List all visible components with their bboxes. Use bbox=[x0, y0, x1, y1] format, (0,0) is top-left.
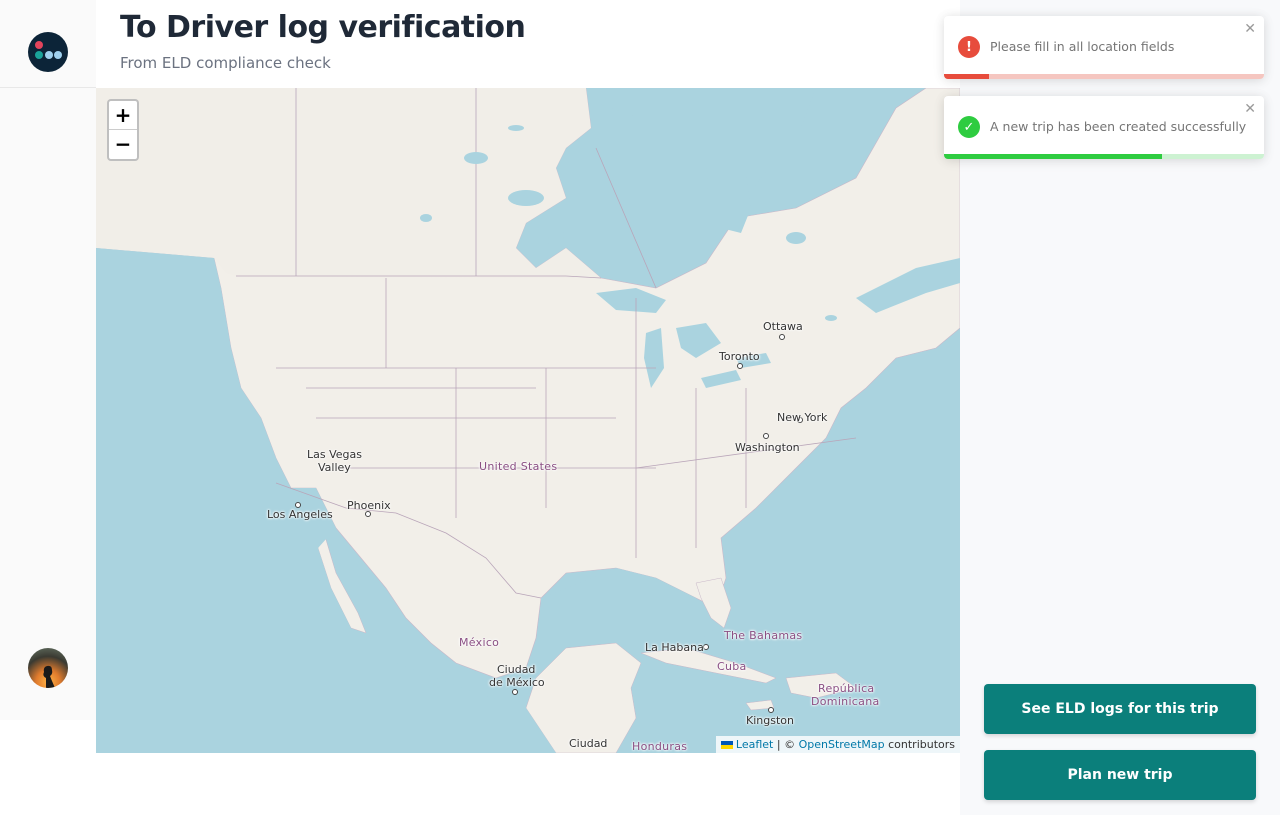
city-marker-washington bbox=[763, 433, 769, 439]
attribution-suffix: contributors bbox=[884, 738, 955, 751]
map-label-las-vegas: Las Vegas bbox=[307, 448, 362, 461]
map-label-republica: República bbox=[818, 682, 875, 695]
map-label-toronto: Toronto bbox=[719, 350, 760, 363]
page-header: To Driver log verification From ELD comp… bbox=[96, 0, 960, 88]
city-marker-toronto bbox=[737, 363, 743, 369]
close-icon[interactable]: ✕ bbox=[1244, 101, 1256, 117]
toast-success-message: A new trip has been created successfully bbox=[990, 119, 1247, 134]
map-attribution: Leaflet | © OpenStreetMap contributors bbox=[715, 736, 960, 753]
map-label-cuba: Cuba bbox=[717, 660, 747, 673]
ukraine-flag-icon bbox=[720, 741, 733, 749]
toast-error[interactable]: ! Please fill in all location fields ✕ bbox=[944, 16, 1264, 79]
city-marker-kingston bbox=[768, 707, 774, 713]
logo-area bbox=[0, 0, 96, 88]
map-label-ciudad-de-mexico: Ciudad bbox=[497, 663, 536, 676]
page-subtitle: From ELD compliance check bbox=[120, 54, 331, 72]
map-label-united-states: United States bbox=[479, 460, 558, 473]
toast-success[interactable]: ✓ A new trip has been created successful… bbox=[944, 96, 1264, 159]
page-title: To Driver log verification bbox=[120, 10, 526, 45]
map-label-kingston: Kingston bbox=[746, 714, 794, 727]
zoom-in-button[interactable]: + bbox=[109, 101, 137, 130]
user-avatar-icon[interactable] bbox=[28, 648, 68, 688]
zoom-control: + − bbox=[107, 99, 139, 161]
map-label-ciudad-de-mexico-2: de México bbox=[489, 676, 545, 689]
city-marker-mexico-city bbox=[512, 689, 518, 695]
see-eld-logs-button[interactable]: See ELD logs for this trip bbox=[984, 684, 1256, 734]
toast-error-progress-track bbox=[944, 74, 1264, 79]
map-label-ciudad-bottom: Ciudad bbox=[569, 737, 608, 750]
map-label-bahamas: The Bahamas bbox=[724, 629, 803, 642]
map-label-ottawa: Ottawa bbox=[763, 320, 803, 333]
osm-link[interactable]: OpenStreetMap bbox=[799, 738, 885, 751]
app-logo-icon[interactable] bbox=[28, 32, 68, 72]
check-circle-icon: ✓ bbox=[958, 116, 980, 138]
leaflet-link[interactable]: Leaflet bbox=[736, 738, 773, 751]
plan-new-trip-button[interactable]: Plan new trip bbox=[984, 750, 1256, 800]
map-label-new-york: New York bbox=[777, 411, 828, 424]
map-label-mexico: México bbox=[459, 636, 500, 649]
attribution-separator: | © bbox=[773, 738, 799, 751]
map-label-washington: Washington bbox=[735, 441, 800, 454]
toast-error-message: Please fill in all location fields bbox=[990, 39, 1175, 54]
map-tiles bbox=[96, 88, 960, 753]
map-label-dominicana: Dominicana bbox=[811, 695, 880, 708]
map-label-los-angeles: Los Angeles bbox=[267, 508, 333, 521]
toast-success-progress bbox=[944, 154, 1162, 159]
close-icon[interactable]: ✕ bbox=[1244, 21, 1256, 37]
zoom-out-button[interactable]: − bbox=[109, 130, 137, 159]
map-label-phoenix: Phoenix bbox=[347, 499, 391, 512]
error-icon: ! bbox=[958, 36, 980, 58]
sidebar bbox=[0, 0, 96, 720]
route-map[interactable]: + − Ottawa Toronto New York Washington L… bbox=[96, 88, 960, 753]
toast-error-progress bbox=[944, 74, 989, 79]
map-label-la-habana: La Habana bbox=[645, 641, 704, 654]
map-label-honduras: Honduras bbox=[632, 740, 688, 753]
city-marker-ottawa bbox=[779, 334, 785, 340]
map-label-las-vegas-valley: Valley bbox=[318, 461, 351, 474]
